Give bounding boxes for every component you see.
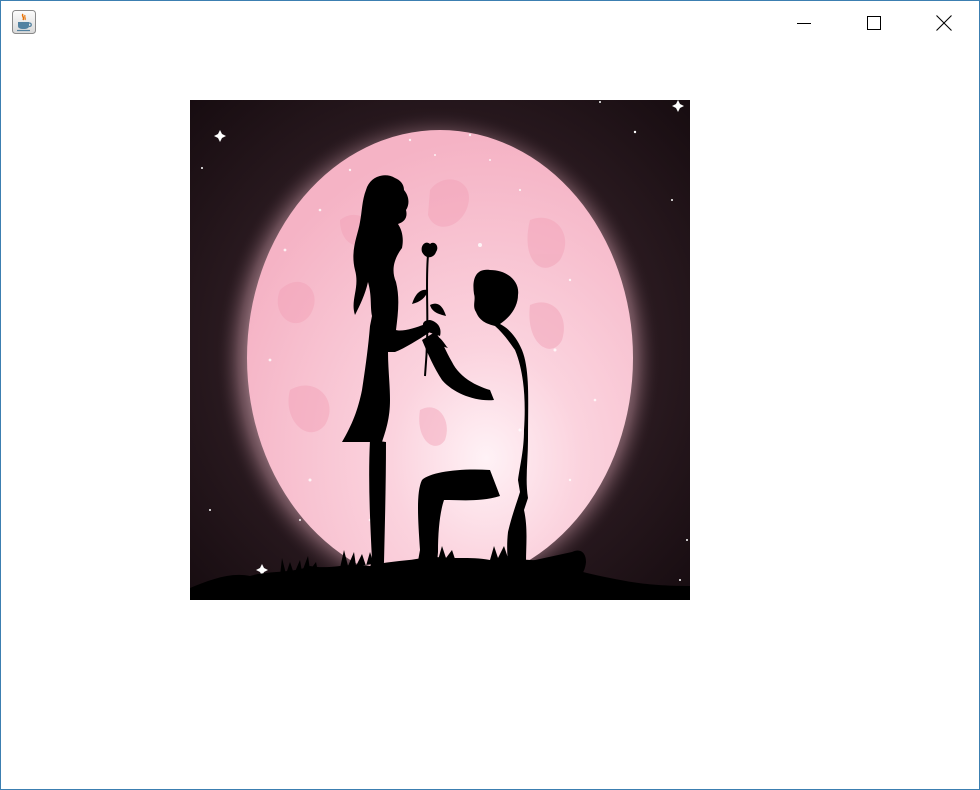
title-bar[interactable] <box>1 1 979 45</box>
minimize-button[interactable] <box>769 1 839 45</box>
window-content <box>1 45 979 789</box>
minimize-icon <box>797 23 811 24</box>
java-coffee-cup-icon[interactable] <box>12 10 36 34</box>
close-icon <box>936 15 952 31</box>
couple-proposal-moon-image <box>190 100 690 600</box>
application-window <box>0 0 980 790</box>
maximize-icon <box>867 16 881 30</box>
maximize-button[interactable] <box>839 1 909 45</box>
close-button[interactable] <box>909 1 979 45</box>
